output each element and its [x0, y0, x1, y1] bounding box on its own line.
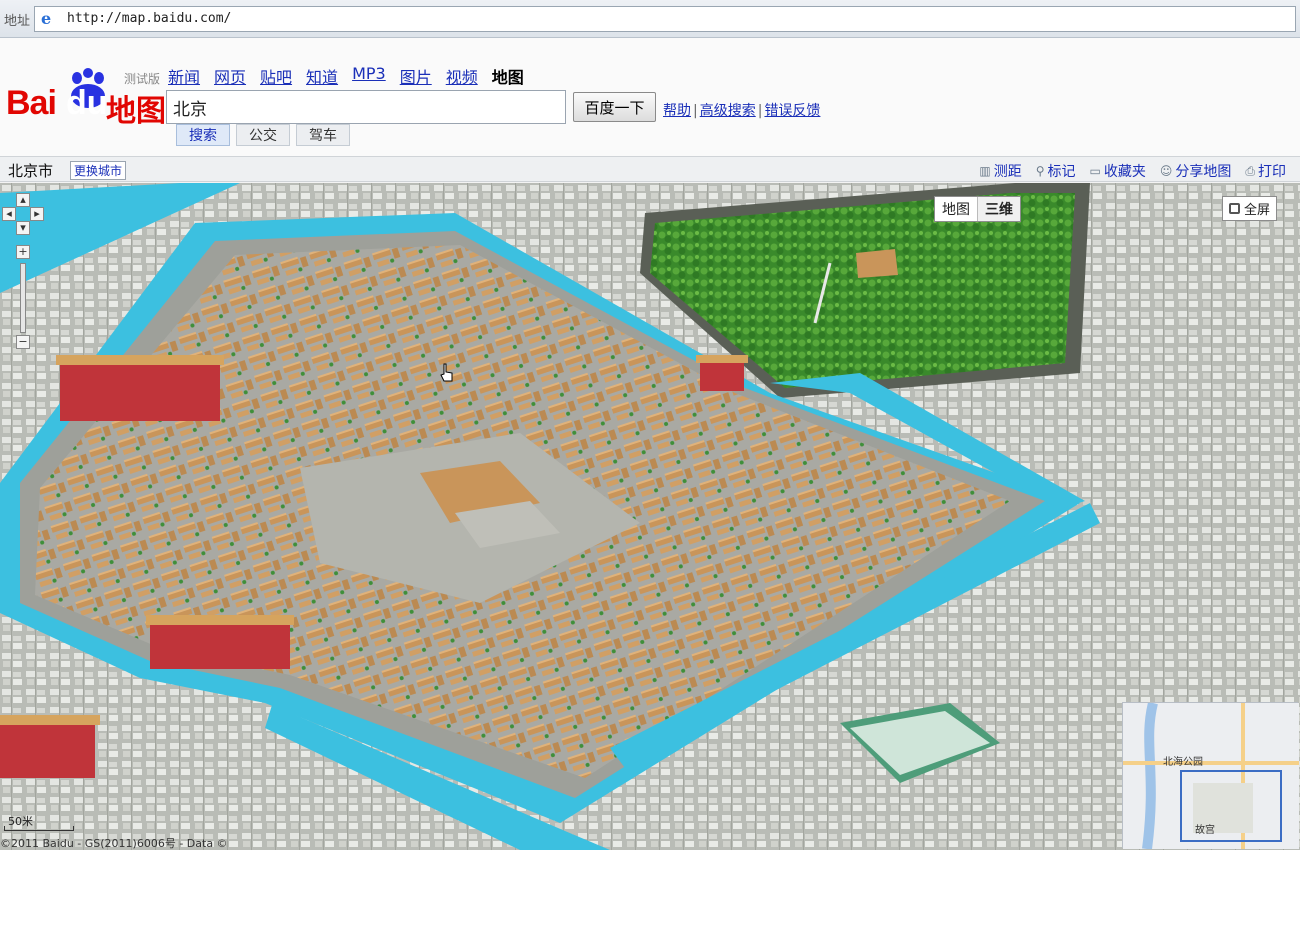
tool-mark[interactable]: ⚲ 标记	[1036, 161, 1076, 181]
search-mode-tabs: 搜索 公交 驾车	[176, 124, 350, 146]
tool-mark-label: 标记	[1047, 164, 1076, 180]
pan-left-button[interactable]: ◂	[2, 207, 16, 221]
address-label: 地址	[4, 14, 31, 29]
map-type-toggle: 地图 三维	[934, 196, 1021, 222]
fullscreen-label: 全屏	[1244, 203, 1271, 218]
beta-badge: 测试版	[124, 72, 161, 86]
current-city: 北京市	[8, 162, 54, 180]
separator: |	[693, 103, 698, 119]
nav-news[interactable]: 新闻	[168, 64, 200, 87]
logo-du-text: du	[66, 84, 108, 122]
folder-icon: ▭	[1089, 164, 1101, 178]
separator: |	[757, 103, 763, 119]
printer-icon: ⎙	[1245, 163, 1255, 178]
baidu-map-logo[interactable]: Bai du 地图 测试版	[6, 68, 166, 129]
nav-zhidao[interactable]: 知道	[306, 64, 338, 87]
map-type-3d-button[interactable]: 三维	[977, 197, 1020, 221]
map-tools: ▥ 测距 ⚲ 标记 ▭ 收藏夹 ☺ 分享地图 ⎙ 打印	[979, 161, 1286, 181]
pin-icon: ⚲	[1035, 164, 1045, 178]
tool-share[interactable]: ☺ 分享地图	[1160, 161, 1232, 181]
hand-cursor-icon	[440, 363, 453, 382]
search-input[interactable]	[166, 90, 566, 124]
copyright-text: ©2011 Baidu - GS(2011)6006号 - Data ©	[0, 837, 228, 850]
tool-share-label: 分享地图	[1175, 164, 1232, 180]
fullscreen-icon	[1229, 203, 1240, 214]
nav-images[interactable]: 图片	[400, 64, 432, 87]
tab-search[interactable]: 搜索	[176, 124, 230, 146]
tool-print[interactable]: ⎙ 打印	[1245, 161, 1286, 181]
map-canvas[interactable]: ▴ ◂ ▸ ▾ + − 地图 三维 全屏 北海公园 故宫 50米 ©2011 B…	[0, 183, 1300, 850]
product-nav: 新闻 网页 贴吧 知道 MP3 图片 视频 地图	[168, 64, 524, 87]
nav-web[interactable]: 网页	[214, 64, 246, 87]
pan-up-button[interactable]: ▴	[16, 193, 30, 207]
overview-label-beihai: 北海公园	[1163, 757, 1203, 768]
tool-favorites-label: 收藏夹	[1103, 164, 1146, 180]
overview-map[interactable]: 北海公园 故宫	[1122, 701, 1299, 850]
pan-right-button[interactable]: ▸	[30, 207, 44, 221]
screen: 地址 e http://map.baidu.com/ Bai du 地图 测试版…	[0, 0, 1300, 940]
monitor-bezel	[0, 850, 1300, 940]
search-button[interactable]: 百度一下	[573, 92, 656, 122]
advanced-search-link[interactable]: 高级搜索	[700, 103, 756, 119]
baidu-header: Bai du 地图 测试版 新闻 网页 贴吧 知道 MP3 图片 视频 地图 百…	[0, 38, 1300, 156]
tool-measure-label: 测距	[993, 164, 1022, 180]
tool-measure[interactable]: ▥ 测距	[979, 161, 1021, 181]
city-toolbar: 北京市 更换城市 ▥ 测距 ⚲ 标记 ▭ 收藏夹 ☺ 分享地图 ⎙ 打印	[0, 156, 1300, 182]
nav-video[interactable]: 视频	[446, 64, 478, 87]
url-text: http://map.baidu.com/	[67, 11, 232, 26]
zoom-out-button[interactable]: −	[16, 335, 30, 349]
tab-drive[interactable]: 驾车	[296, 124, 350, 146]
map-type-2d-button[interactable]: 地图	[935, 197, 977, 221]
change-city-button[interactable]: 更换城市	[70, 161, 127, 180]
zoom-slider[interactable]	[20, 263, 26, 333]
ruler-icon: ▥	[979, 164, 991, 178]
logo-bai-text: Bai	[6, 84, 57, 122]
nav-map[interactable]: 地图	[492, 64, 524, 87]
zoom-in-button[interactable]: +	[16, 245, 30, 259]
nav-tieba[interactable]: 贴吧	[260, 64, 292, 87]
url-field[interactable]: e http://map.baidu.com/	[34, 6, 1296, 32]
help-links: 帮助 | 高级搜索 | 错误反馈	[663, 100, 820, 120]
scale-bar	[4, 826, 74, 831]
tab-bus[interactable]: 公交	[236, 124, 290, 146]
people-icon: ☺	[1159, 164, 1173, 178]
tool-favorites[interactable]: ▭ 收藏夹	[1090, 161, 1146, 181]
help-link[interactable]: 帮助	[663, 103, 691, 119]
logo-map-text: 地图	[106, 94, 166, 129]
pan-down-button[interactable]: ▾	[16, 221, 30, 235]
ie-browser-icon: e	[41, 9, 52, 28]
map-3d-view	[0, 183, 1300, 850]
nav-mp3[interactable]: MP3	[352, 64, 386, 84]
feedback-link[interactable]: 错误反馈	[764, 103, 820, 119]
browser-address-bar: 地址 e http://map.baidu.com/	[0, 0, 1300, 38]
fullscreen-button[interactable]: 全屏	[1222, 196, 1278, 221]
tool-print-label: 打印	[1258, 164, 1286, 180]
overview-label-gugong: 故宫	[1195, 825, 1215, 836]
